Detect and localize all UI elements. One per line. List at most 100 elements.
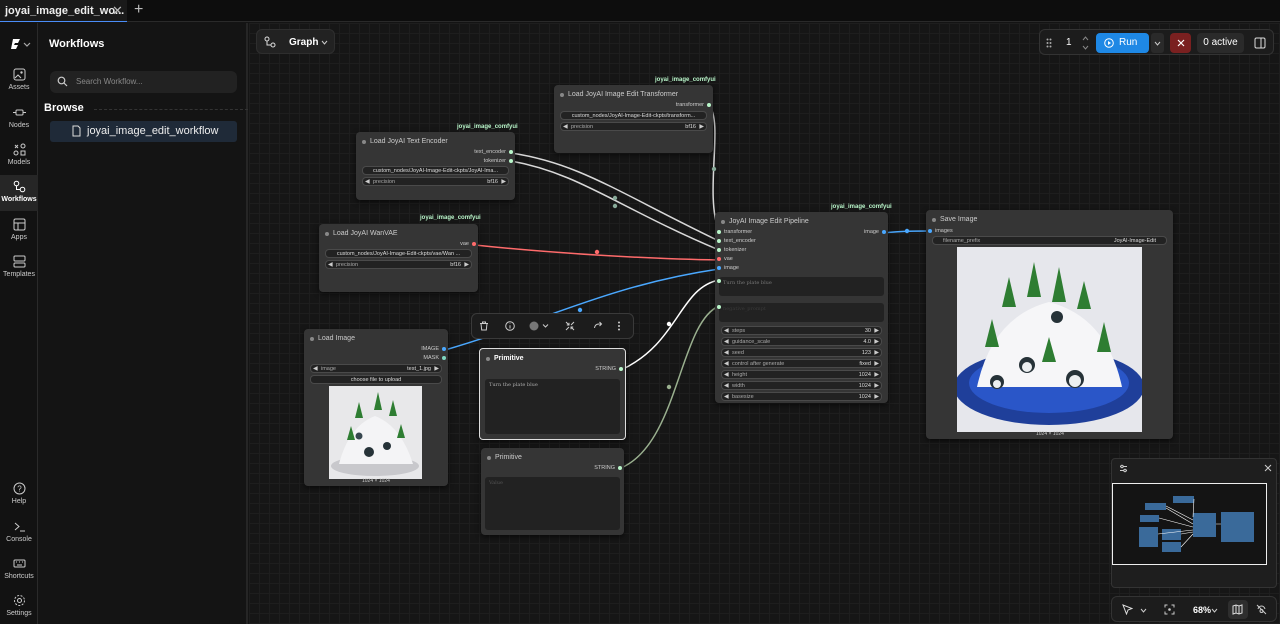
graph-mode-button[interactable]: Graph [256,29,335,54]
sidebar-item-shortcuts[interactable]: Shortcuts [0,557,38,580]
input-port[interactable] [717,248,721,252]
input-port[interactable] [928,229,932,233]
node-primitive-negative[interactable]: Primitive STRING Value [481,448,624,535]
control-after-generate-widget[interactable]: ◀ control after generate fixed ▶ [721,359,882,368]
arrow-left-icon[interactable]: ◀ [724,338,729,345]
zoom-level[interactable]: 68% [1193,605,1211,615]
arrow-left-icon[interactable]: ◀ [563,123,568,130]
arrow-right-icon[interactable]: ▶ [501,178,506,185]
arrow-right-icon[interactable]: ▶ [699,123,704,130]
basesize-widget[interactable]: ◀ basesize 1024 ▶ [721,392,882,401]
output-port[interactable] [509,150,513,154]
arrow-left-icon[interactable]: ◀ [724,393,729,400]
precision-widget[interactable]: ◀ precision bf16 ▶ [560,122,707,131]
arrow-right-icon[interactable]: ▶ [434,365,439,372]
fit-view-icon[interactable] [1164,604,1175,615]
negative-textarea[interactable]: Value [485,477,620,530]
input-port[interactable] [717,257,721,261]
arrow-left-icon[interactable]: ◀ [724,327,729,334]
run-options-button[interactable] [1151,33,1164,53]
minimap-viewport[interactable] [1112,483,1267,565]
path-widget[interactable]: custom_nodes/JoyAI-Image-Edit-ckpts/JoyA… [362,166,509,175]
batch-count-input[interactable]: 1 [1066,37,1072,48]
node-save-image[interactable]: Save Image images filename_prefix JoyAI-… [926,210,1173,439]
chevron-down-icon[interactable] [1140,608,1147,613]
path-widget[interactable]: custom_nodes/JoyAI-Image-Edit-ckpts/tran… [560,111,707,120]
steps-widget[interactable]: ◀ steps 30 ▶ [721,326,882,335]
sidebar-item-templates[interactable]: Templates [0,255,38,278]
path-widget[interactable]: custom_nodes/JoyAI-Image-Edit-ckpts/vae/… [325,249,472,258]
node-load-text-encoder[interactable]: Load JoyAI Text Encoder text_encoder tok… [356,132,515,200]
arrow-left-icon[interactable]: ◀ [365,178,370,185]
sidebar-item-nodes[interactable]: Nodes [0,106,38,129]
search-input[interactable]: Search Workflow... [50,71,237,93]
input-port[interactable] [717,230,721,234]
chevron-down-icon[interactable] [1211,608,1218,613]
close-icon[interactable] [1264,464,1272,472]
workflow-item[interactable]: joyai_image_edit_workflow [50,121,237,142]
tab-workflow[interactable]: joyai_image_edit_wo... ✕ [0,0,127,22]
output-port[interactable] [509,159,513,163]
sidebar-item-apps[interactable]: Apps [0,218,38,241]
node-load-image[interactable]: Load Image IMAGE MASK ◀ image test_1.jpg… [304,329,448,486]
input-port[interactable] [717,279,721,283]
minimap[interactable] [1111,458,1277,588]
collapse-icon[interactable] [565,321,575,331]
arrow-right-icon[interactable]: ▶ [464,261,469,268]
sidebar-item-assets[interactable]: Assets [0,68,38,91]
sidebar-item-console[interactable]: Console [0,520,38,543]
input-port[interactable] [717,239,721,243]
guidance-widget[interactable]: ◀ guidance_scale 4.0 ▶ [721,337,882,346]
node-load-transformer[interactable]: Load JoyAI Image Edit Transformer transf… [554,85,713,153]
arrow-right-icon[interactable]: ▶ [874,371,879,378]
redo-icon[interactable] [593,321,603,331]
output-port[interactable] [707,103,711,107]
color-picker-icon[interactable] [529,321,551,331]
arrow-right-icon[interactable]: ▶ [874,382,879,389]
minimap-toggle-button[interactable] [1228,600,1248,619]
prompt-textarea[interactable]: Turn the plate blue [485,379,620,434]
run-button[interactable]: Run [1096,33,1149,53]
arrow-right-icon[interactable]: ▶ [874,327,879,334]
arrow-left-icon[interactable]: ◀ [724,371,729,378]
arrow-right-icon[interactable]: ▶ [874,393,879,400]
info-icon[interactable] [505,321,515,331]
negative-prompt-input[interactable]: negative_prompt [719,303,884,322]
close-icon[interactable]: ✕ [112,3,123,19]
arrow-right-icon[interactable]: ▶ [874,338,879,345]
sidebar-item-settings[interactable]: Settings [0,594,38,617]
link-visibility-icon[interactable] [1256,604,1267,615]
arrow-left-icon[interactable]: ◀ [724,382,729,389]
more-options-icon[interactable] [617,321,621,331]
cancel-run-button[interactable] [1170,33,1191,53]
arrow-left-icon[interactable]: ◀ [724,349,729,356]
arrow-left-icon[interactable]: ◀ [313,365,318,372]
filename-prefix-widget[interactable]: filename_prefix JoyAI-Image-Edit [932,236,1167,245]
node-load-vae[interactable]: Load JoyAI WanVAE vae custom_nodes/JoyAI… [319,224,478,292]
comfy-logo-icon[interactable] [10,37,36,55]
seed-widget[interactable]: ◀ seed 123 ▶ [721,348,882,357]
sidebar-item-models[interactable]: Models [0,143,38,166]
sidebar-item-workflows[interactable]: Workflows [0,175,38,211]
output-port[interactable] [472,242,476,246]
pointer-icon[interactable] [1122,604,1133,615]
node-primitive-prompt[interactable]: Primitive STRING Turn the plate blue [479,348,626,440]
trash-icon[interactable] [479,321,489,331]
image-select-widget[interactable]: ◀ image test_1.jpg ▶ [310,364,442,373]
width-widget[interactable]: ◀ width 1024 ▶ [721,381,882,390]
output-port[interactable] [442,356,446,360]
arrow-right-icon[interactable]: ▶ [874,360,879,367]
upload-button[interactable]: choose file to upload [310,375,442,384]
sidebar-item-help[interactable]: ? Help [0,482,38,505]
output-port[interactable] [882,230,886,234]
settings-sliders-icon[interactable] [1119,464,1128,473]
arrow-left-icon[interactable]: ◀ [328,261,333,268]
input-port[interactable] [717,266,721,270]
precision-widget[interactable]: ◀ precision bf16 ▶ [362,177,509,186]
arrow-right-icon[interactable]: ▶ [874,349,879,356]
height-widget[interactable]: ◀ height 1024 ▶ [721,370,882,379]
output-port[interactable] [619,367,623,371]
output-port[interactable] [442,347,446,351]
graph-canvas[interactable]: Graph 1 Run 0 active joyai_image_comfyui… [249,23,1280,624]
add-tab-icon[interactable]: + [134,1,143,19]
